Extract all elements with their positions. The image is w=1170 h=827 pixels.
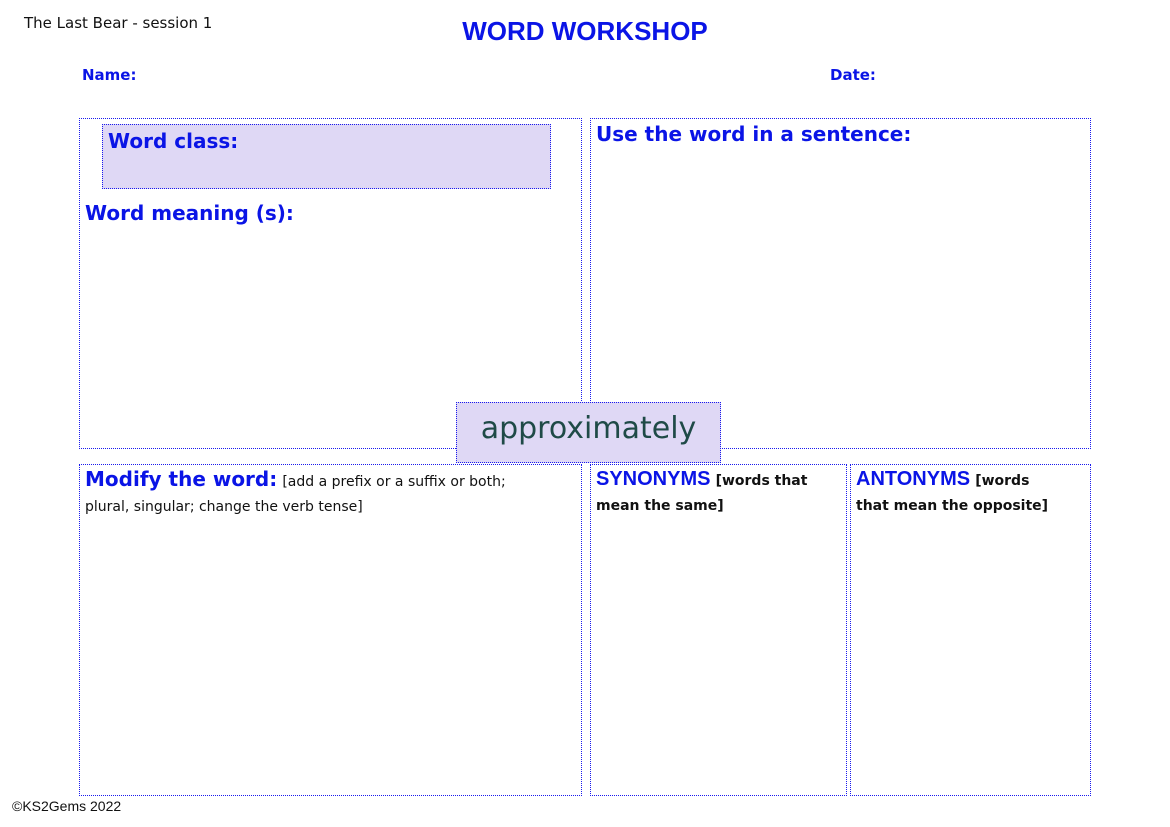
modify-word-label: Modify the word: (85, 467, 278, 491)
synonyms-label: SYNONYMS (596, 468, 711, 490)
target-word-box: approximately (456, 402, 721, 463)
antonyms-label: ANTONYMS (856, 468, 971, 490)
name-label: Name: (82, 66, 137, 84)
modify-word-box[interactable]: Modify the word: [add a prefix or a suff… (79, 464, 582, 796)
copyright: ©KS2Gems 2022 (12, 798, 122, 814)
modify-word-hint-2: plural, singular; change the verb tense] (85, 499, 363, 515)
word-class-label: Word class: (108, 129, 239, 153)
synonyms-hint: [words that (715, 473, 808, 489)
synonyms-box[interactable]: SYNONYMS [words that mean the same] (590, 464, 847, 796)
antonyms-hint: [words (975, 473, 1030, 489)
antonyms-box[interactable]: ANTONYMS [words that mean the opposite] (850, 464, 1091, 796)
page-title: WORD WORKSHOP (462, 16, 708, 46)
sentence-box[interactable]: Use the word in a sentence: (590, 118, 1091, 449)
word-meaning-label: Word meaning (s): (85, 201, 294, 225)
modify-word-hint: [add a prefix or a suffix or both; (282, 474, 506, 490)
sentence-label: Use the word in a sentence: (596, 122, 912, 146)
word-class-box[interactable]: Word class: (102, 124, 551, 189)
date-label: Date: (830, 66, 876, 84)
target-word: approximately (480, 411, 697, 446)
antonyms-hint-2: that mean the opposite] (856, 498, 1049, 514)
synonyms-hint-2: mean the same] (596, 498, 724, 514)
